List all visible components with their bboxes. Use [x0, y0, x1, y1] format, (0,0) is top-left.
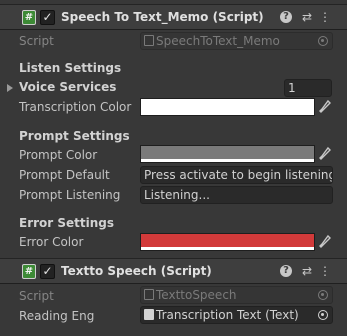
listen-settings-header: Listen Settings — [19, 61, 122, 75]
script-label: Script — [19, 34, 54, 48]
component-header-speech-to-text[interactable]: # ✓ Speech To Text_Memo (Script) ? ⇄ ⋮ — [0, 4, 347, 30]
voice-services-label[interactable]: Voice Services — [19, 80, 116, 94]
text-component-icon — [144, 309, 154, 320]
eyedropper-icon[interactable] — [318, 234, 332, 250]
voice-services-size-field[interactable]: 1 — [284, 79, 332, 97]
alpha-bar — [141, 112, 314, 115]
preset-icon[interactable]: ⇄ — [299, 263, 315, 279]
component-enabled-checkbox[interactable]: ✓ — [40, 10, 55, 25]
component-title: Speech To Text_Memo (Script) — [61, 10, 264, 24]
alpha-bar — [141, 247, 314, 250]
script-icon: # — [22, 264, 36, 279]
object-picker-icon — [318, 36, 328, 46]
prompt-default-label: Prompt Default — [19, 168, 110, 182]
object-picker-icon[interactable] — [318, 310, 328, 320]
object-picker-icon — [318, 290, 328, 300]
script-file-icon — [144, 35, 154, 46]
script-field: SpeechToText_Memo — [140, 32, 333, 50]
reading-eng-value: Transcription Text (Text) — [156, 308, 299, 322]
prompt-color-label: Prompt Color — [19, 148, 98, 162]
transcription-color-swatch[interactable] — [140, 98, 315, 116]
script-field-value: TexttoSpeech — [156, 288, 237, 302]
prompt-listening-label: Prompt Listening — [19, 188, 121, 202]
help-icon[interactable]: ? — [280, 265, 292, 277]
help-icon[interactable]: ? — [280, 11, 292, 23]
context-menu-icon[interactable]: ⋮ — [317, 9, 333, 25]
script-file-icon — [144, 289, 154, 300]
error-color-swatch[interactable] — [140, 233, 315, 251]
prompt-color-swatch[interactable] — [140, 145, 315, 163]
reading-eng-field[interactable]: Transcription Text (Text) — [140, 306, 333, 324]
eyedropper-icon[interactable] — [318, 99, 332, 115]
preset-icon[interactable]: ⇄ — [299, 9, 315, 25]
error-color-label: Error Color — [19, 235, 84, 249]
error-settings-header: Error Settings — [19, 216, 115, 230]
component-header-text-to-speech[interactable]: # ✓ Textto Speech (Script) ? ⇄ ⋮ — [0, 258, 347, 284]
context-menu-icon[interactable]: ⋮ — [317, 263, 333, 279]
reading-eng-label: Reading Eng — [19, 309, 95, 323]
prompt-settings-header: Prompt Settings — [19, 129, 130, 143]
foldout-arrow-icon[interactable] — [7, 84, 13, 92]
script-label: Script — [19, 289, 54, 303]
script-icon: # — [22, 10, 36, 25]
component-title: Textto Speech (Script) — [61, 264, 212, 278]
transcription-color-label: Transcription Color — [19, 100, 132, 114]
prompt-listening-input[interactable]: Listening... — [140, 186, 333, 204]
script-field-value: SpeechToText_Memo — [156, 34, 280, 48]
eyedropper-icon[interactable] — [318, 146, 332, 162]
component-enabled-checkbox[interactable]: ✓ — [40, 264, 55, 279]
alpha-bar — [141, 159, 314, 162]
prompt-default-input[interactable]: Press activate to begin listening — [140, 166, 333, 184]
script-field: TexttoSpeech — [140, 286, 333, 304]
